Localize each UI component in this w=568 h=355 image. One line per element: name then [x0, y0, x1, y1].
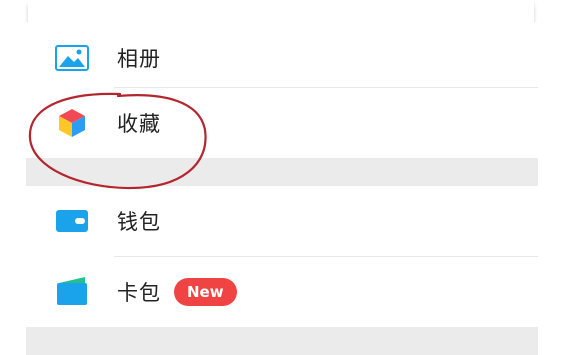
menu-item-label: 相册: [117, 46, 161, 71]
new-badge: New: [174, 278, 237, 306]
section-separator: [26, 327, 538, 355]
section-separator: [26, 158, 538, 186]
menu-item-card-wallet[interactable]: 卡包 New: [26, 259, 538, 325]
wallet-icon: [55, 207, 89, 235]
divider: [114, 256, 538, 257]
menu-item-label: 卡包: [117, 281, 161, 305]
menu-list: 相册 收藏 钱包 卡包 New: [26, 22, 538, 355]
card-wallet-icon: [55, 277, 89, 306]
divider: [114, 87, 538, 88]
screen: 相册 收藏 钱包 卡包 New: [0, 0, 568, 355]
menu-item-album[interactable]: 相册: [26, 30, 538, 85]
menu-item-label: 收藏: [117, 112, 161, 136]
menu-item-favorites[interactable]: 收藏: [26, 90, 538, 156]
menu-item-wallet[interactable]: 钱包: [26, 188, 538, 254]
menu-item-label: 钱包: [117, 210, 161, 234]
favorites-icon: [55, 109, 89, 137]
album-icon: [55, 44, 89, 72]
top-bar: [28, 0, 534, 23]
